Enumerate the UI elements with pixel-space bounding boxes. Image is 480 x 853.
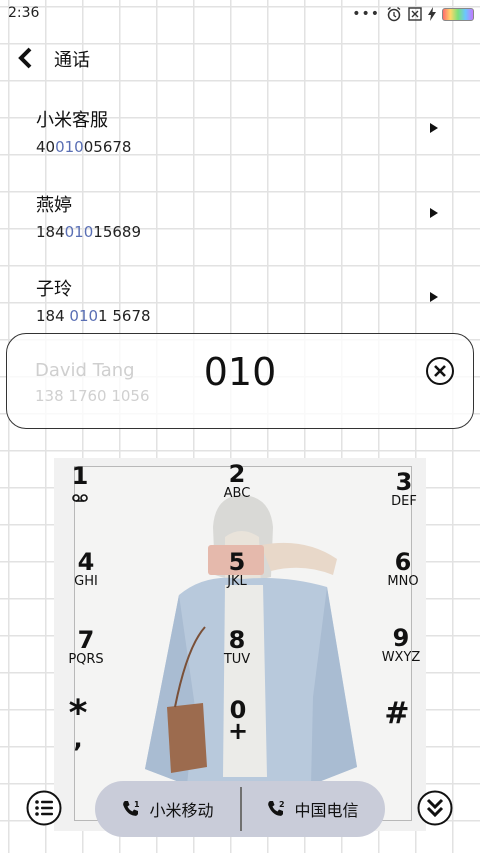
title-bar: 通话: [0, 40, 480, 76]
contact-number: 18401015689: [36, 223, 141, 241]
back-arrow-icon[interactable]: [16, 46, 36, 70]
no-sim-icon: [408, 7, 422, 21]
status-time: 2:36: [8, 5, 40, 21]
key-hash[interactable]: #: [367, 696, 426, 732]
page-title: 通话: [54, 50, 90, 71]
expand-arrow-icon[interactable]: [429, 291, 439, 303]
collapse-dialpad-icon[interactable]: [417, 790, 453, 826]
key-9[interactable]: 9 WXYZ: [371, 626, 426, 665]
charging-icon: [428, 7, 436, 21]
contact-row[interactable]: 小米客服 4001005678: [0, 106, 480, 170]
sim1-label: 小米移动: [149, 801, 214, 820]
key-8[interactable]: 8 TUV: [207, 628, 267, 667]
dialpad: 1 2 ABC 3 DEF 4 GHI 5 JKL 6 MNO 7 PQRS 8…: [54, 458, 426, 831]
alarm-icon: [387, 6, 401, 22]
sim2-label: 中国电信: [294, 801, 359, 820]
contact-row[interactable]: 燕婷 18401015689: [0, 191, 480, 255]
svg-text:2: 2: [279, 800, 285, 809]
contact-number: 184 0101 5678: [36, 307, 151, 325]
svg-text:1: 1: [134, 800, 140, 809]
contact-name: 子玲: [36, 279, 72, 300]
expand-arrow-icon[interactable]: [429, 207, 439, 219]
sim-call-buttons: 1 小米移动 2 中国电信: [95, 781, 385, 837]
phone-sim2-icon: 2: [268, 800, 285, 816]
battery-icon: [442, 7, 474, 21]
menu-list-icon[interactable]: [26, 790, 62, 826]
key-3[interactable]: 3 DEF: [374, 470, 426, 509]
clear-input-icon[interactable]: [425, 356, 455, 386]
suggested-contact-name[interactable]: David Tang: [35, 360, 135, 381]
bottom-bar: 1 小米移动 2 中国电信: [0, 778, 480, 838]
key-1[interactable]: 1: [54, 464, 110, 507]
phone-sim1-icon: 1: [123, 800, 140, 816]
contact-name: 小米客服: [36, 110, 108, 131]
contact-name: 燕婷: [36, 195, 72, 216]
key-star[interactable]: * ,: [54, 696, 108, 752]
contact-row[interactable]: 子玲 184 0101 5678: [0, 275, 480, 339]
expand-arrow-icon[interactable]: [429, 122, 439, 134]
call-sim2-button[interactable]: 2 中国电信: [240, 781, 385, 837]
suggested-contact-number: 138 1760 1056: [35, 387, 150, 405]
key-4[interactable]: 4 GHI: [56, 550, 116, 589]
dialed-number[interactable]: 010: [157, 350, 323, 394]
call-sim1-button[interactable]: 1 小米移动: [95, 781, 240, 837]
key-7[interactable]: 7 PQRS: [56, 628, 116, 667]
voicemail-icon: [72, 494, 88, 502]
contact-number: 4001005678: [36, 138, 132, 156]
key-6[interactable]: 6 MNO: [373, 550, 426, 589]
key-2[interactable]: 2 ABC: [207, 462, 267, 501]
status-icons: •••: [352, 6, 474, 22]
dial-input-panel: David Tang 138 1760 1056 010: [6, 333, 474, 429]
key-5[interactable]: 5 JKL: [207, 550, 267, 589]
more-notifications-icon: •••: [352, 6, 380, 22]
key-0[interactable]: 0 +: [208, 698, 268, 743]
status-bar: 2:36 •••: [0, 0, 480, 28]
